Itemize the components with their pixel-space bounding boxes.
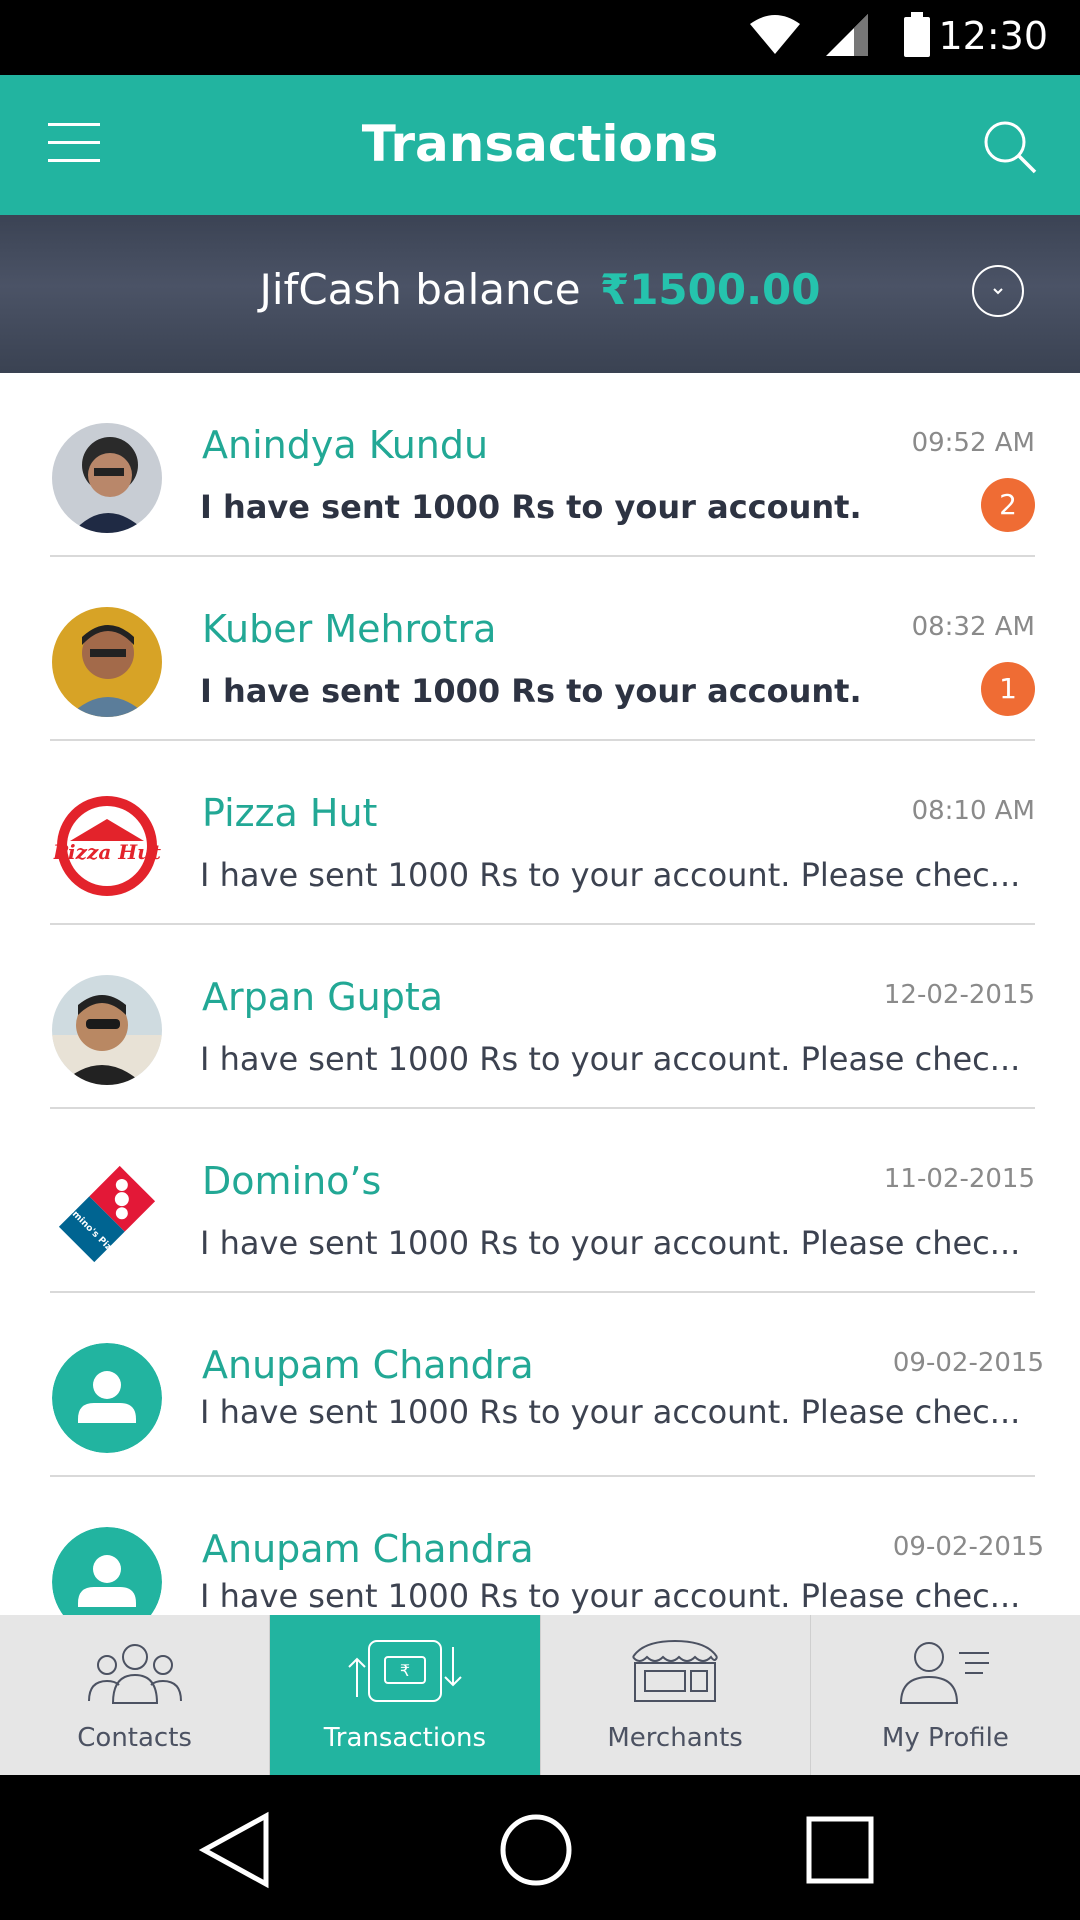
contact-name: Domino’s <box>202 1159 382 1203</box>
transaction-row[interactable]: Domino's Pizza Domino’s I have sent 1000… <box>0 1109 1080 1293</box>
wifi-icon <box>750 15 800 54</box>
transaction-row[interactable]: Anupam Chandra I have sent 1000 Rs to yo… <box>0 1477 1080 1615</box>
transaction-row[interactable]: Anupam Chandra I have sent 1000 Rs to yo… <box>0 1293 1080 1477</box>
message-preview: I have sent 1000 Rs to your account. Ple… <box>200 1577 1021 1615</box>
status-bar: 12:30 <box>0 0 1080 75</box>
balance-summary: JifCash balance ₹1500.00 <box>0 265 1080 314</box>
profile-icon <box>900 1642 990 1704</box>
dominos-logo: Domino's Pizza <box>52 1159 162 1269</box>
message-preview: I have sent 1000 Rs to your account. Ple… <box>200 856 1021 894</box>
unread-badge: 2 <box>981 478 1035 532</box>
timestamp: 09:52 AM <box>911 428 1035 458</box>
balance-label: JifCash balance <box>259 265 581 314</box>
transaction-row[interactable]: Pizza Hut Pizza Hut I have sent 1000 Rs … <box>0 741 1080 925</box>
contacts-icon <box>87 1644 182 1704</box>
balance-value: 1500.00 <box>629 265 821 314</box>
tab-label: My Profile <box>881 1723 1009 1753</box>
contact-name: Anupam Chandra <box>202 1527 534 1571</box>
merchants-icon <box>632 1639 719 1702</box>
tab-label: Contacts <box>77 1723 192 1753</box>
unread-badge: 1 <box>981 662 1035 716</box>
tab-merchants[interactable]: Merchants <box>541 1615 811 1775</box>
message-preview: I have sent 1000 Rs to your account. Ple… <box>200 1393 1021 1431</box>
message-preview: I have sent 1000 Rs to your account. <box>200 488 862 526</box>
search-icon[interactable] <box>980 117 1040 177</box>
balance-amount: ₹1500.00 <box>600 265 821 314</box>
rupee-glyph: ₹ <box>400 1661 410 1680</box>
home-icon[interactable] <box>496 1810 576 1890</box>
transaction-list: Anindya Kundu I have sent 1000 Rs to you… <box>0 373 1080 1615</box>
message-preview: I have sent 1000 Rs to your account. <box>200 672 862 710</box>
status-time: 12:30 <box>938 14 1048 58</box>
transaction-row[interactable]: Arpan Gupta I have sent 1000 Rs to your … <box>0 925 1080 1109</box>
avatar <box>52 423 162 533</box>
bottom-navigation: Contacts ₹ Transactions Merchants My Pro… <box>0 1615 1080 1775</box>
contact-name: Anindya Kundu <box>202 423 489 467</box>
default-user-icon <box>52 1343 162 1453</box>
avatar <box>52 607 162 717</box>
contact-name: Pizza Hut <box>202 791 378 835</box>
tab-transactions[interactable]: ₹ Transactions <box>270 1615 541 1775</box>
timestamp: 08:32 AM <box>911 612 1035 642</box>
contact-name: Arpan Gupta <box>202 975 444 1019</box>
transaction-row[interactable]: Kuber Mehrotra I have sent 1000 Rs to yo… <box>0 557 1080 741</box>
message-preview: I have sent 1000 Rs to your account. Ple… <box>200 1224 1021 1262</box>
transactions-icon: ₹ <box>348 1640 462 1702</box>
timestamp: 09-02-2015 <box>892 1532 1044 1562</box>
tab-label: Merchants <box>607 1723 743 1753</box>
default-user-icon <box>52 1527 162 1615</box>
contact-name: Anupam Chandra <box>202 1343 534 1387</box>
chevron-down-icon[interactable] <box>972 265 1024 317</box>
balance-banner: JifCash balance ₹1500.00 <box>0 215 1080 373</box>
transaction-row[interactable]: Anindya Kundu I have sent 1000 Rs to you… <box>0 373 1080 557</box>
avatar <box>52 975 162 1085</box>
app-bar: Transactions <box>0 75 1080 215</box>
system-navigation-bar <box>0 1775 1080 1920</box>
recents-icon[interactable] <box>800 1810 880 1890</box>
tab-my-profile[interactable]: My Profile <box>811 1615 1080 1775</box>
timestamp: 09-02-2015 <box>892 1348 1044 1378</box>
page-title: Transactions <box>361 115 719 173</box>
pizza-hut-logo-text: Pizza Hut <box>52 840 162 864</box>
tab-contacts[interactable]: Contacts <box>0 1615 271 1775</box>
timestamp: 12-02-2015 <box>883 980 1035 1010</box>
timestamp: 11-02-2015 <box>883 1164 1035 1194</box>
signal-icon <box>826 14 868 56</box>
timestamp: 08:10 AM <box>911 796 1035 826</box>
currency-symbol: ₹ <box>599 265 630 314</box>
battery-icon <box>904 12 930 57</box>
tab-label: Transactions <box>323 1723 487 1753</box>
message-preview: I have sent 1000 Rs to your account. Ple… <box>200 1040 1021 1078</box>
back-icon[interactable] <box>196 1810 276 1890</box>
contact-name: Kuber Mehrotra <box>202 607 497 651</box>
pizza-hut-logo: Pizza Hut <box>52 791 162 901</box>
